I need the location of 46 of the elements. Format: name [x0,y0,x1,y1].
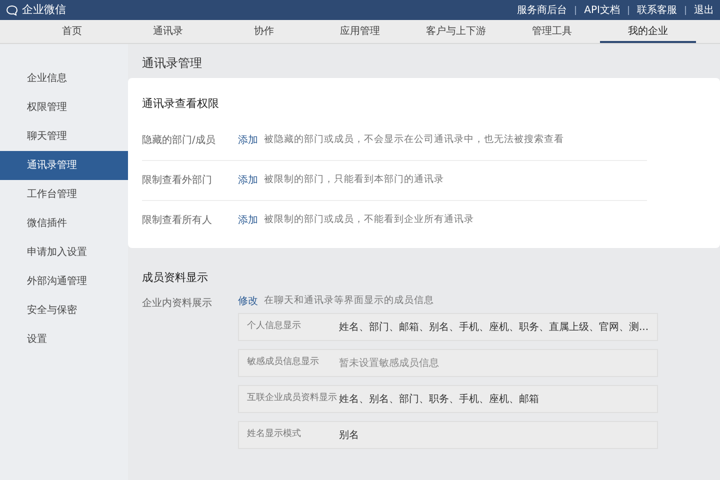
field-value: 姓名、别名、部门、职务、手机、座机、邮箱 [339,392,539,406]
page-title: 通讯录管理 [141,55,203,72]
nav-tab[interactable]: 我的企业 [600,20,696,43]
row-label: 限制查看所有人 [142,214,213,228]
chat-bubble-logo-icon [6,4,18,16]
header-link[interactable]: 退出 [694,2,714,18]
field-name: 姓名显示模式 [247,428,302,442]
nav-tab[interactable]: 协作 [216,20,312,43]
row-description: 被限制的部门，只能看到本部门的通讯录 [264,172,444,187]
row-label: 隐藏的部门/成员 [142,134,216,148]
header-link[interactable]: 服务商后台 [517,2,568,18]
row-label: 企业内资料展示 [142,296,213,311]
sidebar-item[interactable]: 外部沟通管理 [0,267,128,296]
sidebar-item[interactable]: 申请加入设置 [0,238,128,267]
sidebar-item[interactable]: 聊天管理 [0,122,128,151]
section-title: 成员资料显示 [142,270,209,286]
row-description: 被限制的部门或成员，不能看到企业所有通讯录 [264,212,474,227]
row-description: 在聊天和通讯录等界面显示的成员信息 [264,294,434,308]
nav-tab[interactable]: 通讯录 [120,20,216,43]
sidebar-item[interactable]: 工作台管理 [0,180,128,209]
nav-tab[interactable]: 应用管理 [312,20,408,43]
row-description: 被隐藏的部门或成员，不会显示在公司通讯录中，也无法被搜索查看 [264,132,564,147]
header-link[interactable]: API文档 [584,2,620,18]
nav-tab[interactable]: 客户与上下游 [408,20,504,43]
nav-tab[interactable]: 首页 [24,20,120,43]
header-link[interactable]: 联系客服 [637,2,677,18]
nav-tab[interactable]: 管理工具 [504,20,600,43]
add-link[interactable]: 添加 [238,212,258,228]
field-value: 姓名、部门、邮箱、别名、手机、座机、职务、直属上级、官网、测... [339,320,649,334]
app-logo-text: 企业微信 [22,2,66,18]
field-name: 个人信息显示 [247,320,302,334]
field-name: 互联企业成员资料显示 [247,392,338,406]
add-link[interactable]: 添加 [238,172,258,188]
sidebar-item[interactable]: 设置 [0,325,128,354]
sidebar-item[interactable]: 微信插件 [0,209,128,238]
sidebar-item[interactable]: 安全与保密 [0,296,128,325]
add-link[interactable]: 添加 [238,132,258,148]
field-value: 暂未设置敏感成员信息 [339,356,439,370]
row-label: 限制查看外部门 [142,174,213,188]
edit-link[interactable]: 修改 [238,294,258,309]
field-name: 敏感成员信息显示 [247,356,320,370]
sidebar-item[interactable]: 权限管理 [0,93,128,122]
section-title: 通讯录查看权限 [142,96,220,112]
sidebar-item[interactable]: 企业信息 [0,64,128,93]
sidebar-item[interactable]: 通讯录管理 [0,151,128,180]
field-value: 别名 [339,428,359,442]
